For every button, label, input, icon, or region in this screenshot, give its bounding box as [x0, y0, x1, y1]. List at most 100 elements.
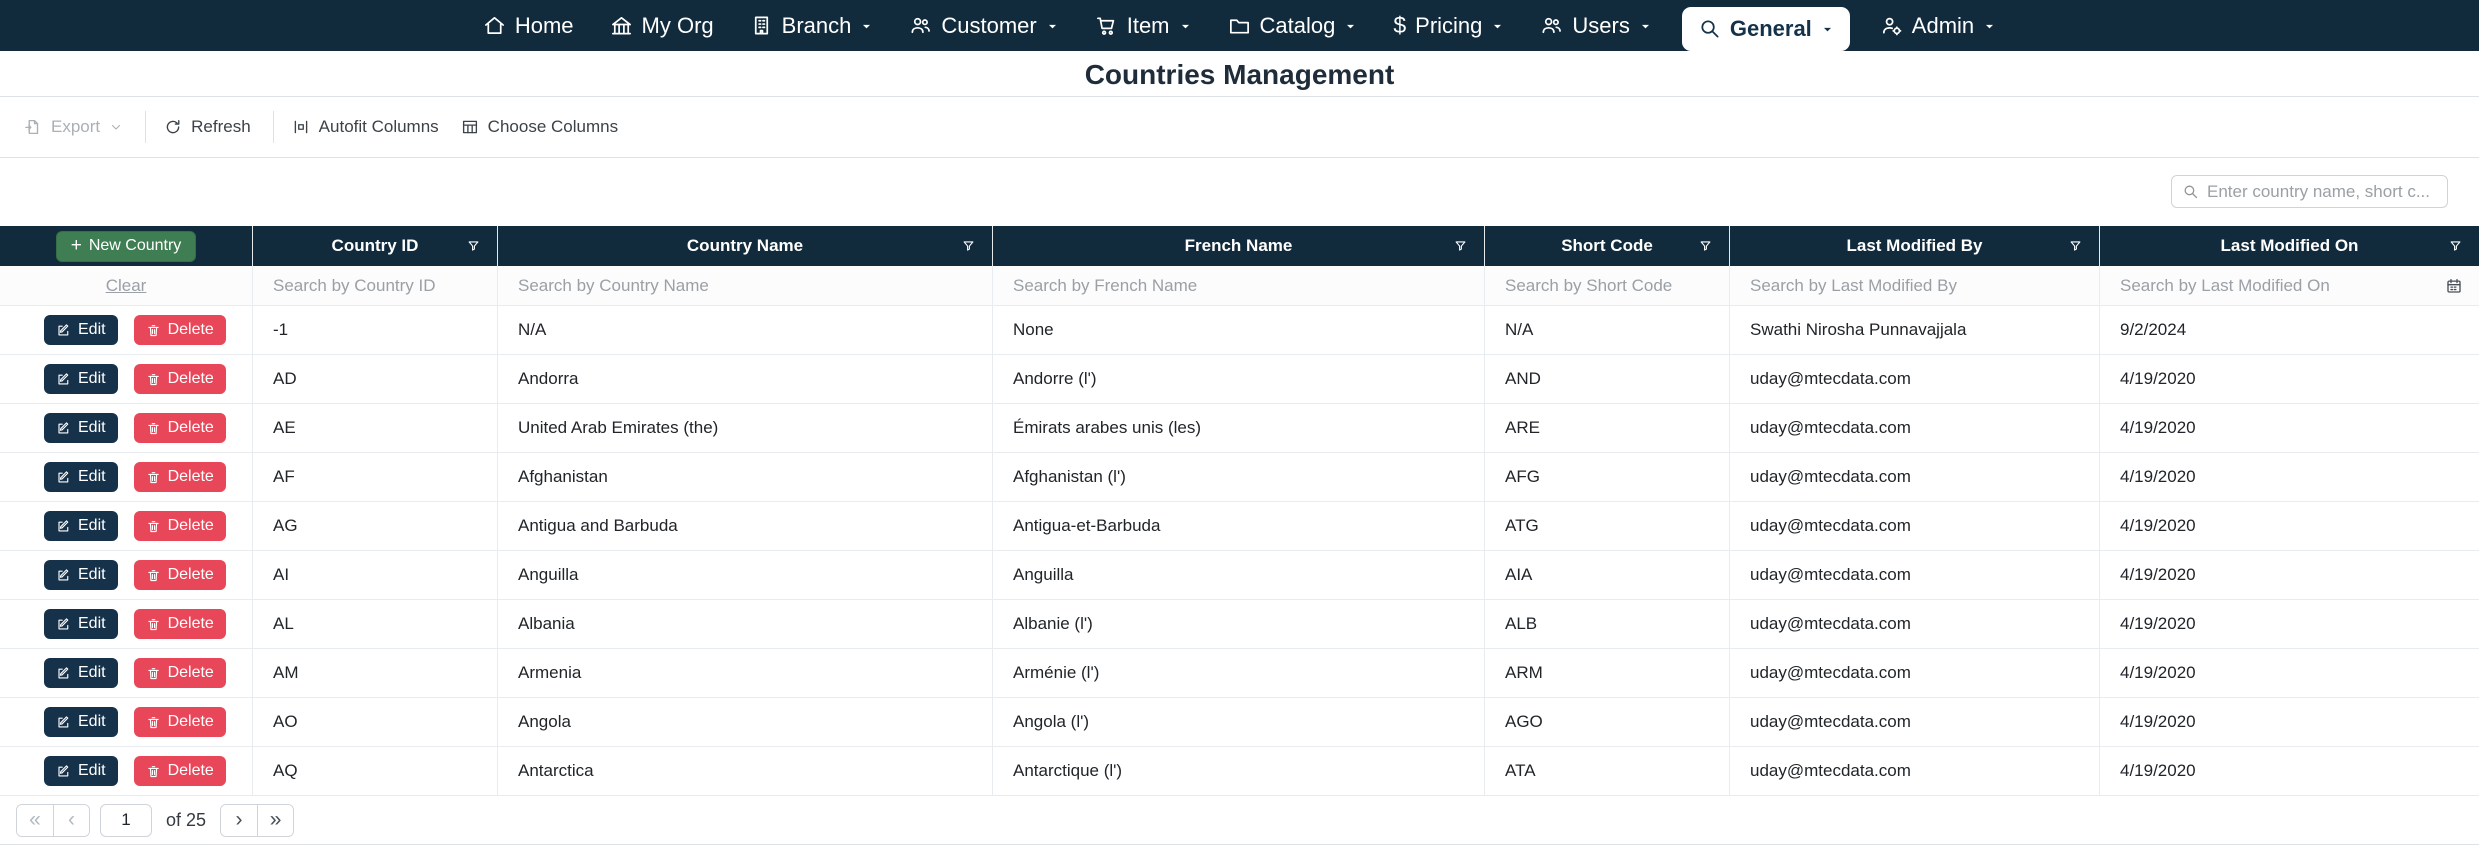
clear-filters-link[interactable]: Clear [106, 276, 147, 296]
edit-icon [56, 323, 71, 338]
autofit-columns-button[interactable]: Autofit Columns [292, 117, 439, 137]
column-header-french-name[interactable]: French Name [993, 226, 1485, 266]
delete-button[interactable]: Delete [133, 609, 226, 639]
edit-label: Edit [78, 321, 106, 338]
table-cell: Antigua-et-Barbuda [993, 502, 1485, 550]
nav-item-label: Catalog [1259, 12, 1336, 38]
table-cell: ALB [1485, 600, 1730, 648]
filter-funnel-icon[interactable] [466, 239, 481, 254]
trash-icon [146, 617, 161, 632]
page-number-input[interactable] [100, 803, 152, 837]
table-row: Edit Delete AO Angola Angola (l') AGO uday@mte… [0, 698, 2479, 747]
table-cell: 4/19/2020 [2120, 565, 2196, 584]
filter-funnel-icon[interactable] [1698, 239, 1713, 254]
toolbar-divider [272, 111, 274, 143]
table-cell: AFG [1485, 453, 1730, 501]
refresh-button[interactable]: Refresh [164, 117, 251, 137]
delete-label: Delete [167, 468, 214, 485]
edit-icon [56, 519, 71, 534]
table-cell: -1 [253, 306, 498, 354]
edit-label: Edit [78, 419, 106, 436]
column-header-label: French Name [1184, 236, 1293, 255]
edit-label: Edit [78, 517, 106, 534]
edit-button[interactable]: Edit [44, 560, 118, 590]
delete-label: Delete [167, 517, 214, 534]
next-page-button[interactable]: › [221, 804, 258, 836]
edit-button[interactable]: Edit [44, 658, 118, 688]
table-cell: Arménie (l') [993, 649, 1485, 697]
first-page-button[interactable]: « [17, 804, 53, 836]
table-cell: Swathi Nirosha Punnavajjala [1730, 306, 2100, 354]
calendar-icon[interactable] [2445, 277, 2463, 295]
filter-funnel-icon[interactable] [961, 239, 976, 254]
choose-columns-button[interactable]: Choose Columns [461, 117, 618, 137]
new-country-button[interactable]: + New Country [55, 230, 197, 262]
last-page-button[interactable]: » [257, 804, 294, 836]
filter-input-country-id[interactable] [253, 266, 497, 305]
search-input[interactable] [2207, 181, 2437, 202]
edit-button[interactable]: Edit [44, 364, 118, 394]
caret-down-icon [1983, 13, 1996, 39]
filter-funnel-icon[interactable] [1453, 239, 1468, 254]
table-cell: Angola [498, 698, 993, 746]
nav-item-catalog[interactable]: Catalog [1222, 7, 1364, 45]
column-header-last-modified-on[interactable]: Last Modified On [2100, 226, 2479, 266]
filter-input-short-code[interactable] [1485, 266, 1729, 305]
export-button[interactable]: Export [24, 117, 123, 137]
filter-input-last-modified-on[interactable] [2100, 266, 2479, 305]
edit-button[interactable]: Edit [44, 756, 118, 786]
bank-icon [610, 14, 633, 37]
edit-button[interactable]: Edit [44, 609, 118, 639]
column-header-short-code[interactable]: Short Code [1485, 226, 1730, 266]
column-header-country-name[interactable]: Country Name [498, 226, 993, 266]
nav-item-home[interactable]: Home [477, 7, 580, 45]
home-icon [483, 14, 506, 37]
table-row: Edit Delete AQ Antarctica Antarctique (l') AT… [0, 747, 2479, 796]
nav-item-users[interactable]: Users [1534, 7, 1657, 45]
column-header-last-modified-by[interactable]: Last Modified By [1730, 226, 2100, 266]
filter-cell [2100, 266, 2479, 305]
delete-button[interactable]: Delete [133, 413, 226, 443]
toolbar-item-label: Autofit Columns [318, 117, 439, 136]
country-search-box[interactable] [2171, 175, 2448, 208]
nav-item-branch[interactable]: Branch [744, 7, 880, 45]
edit-button[interactable]: Edit [44, 511, 118, 541]
edit-button[interactable]: Edit [44, 413, 118, 443]
people-icon [1540, 14, 1563, 37]
delete-button[interactable]: Delete [133, 364, 226, 394]
filter-funnel-icon[interactable] [2068, 239, 2083, 254]
edit-button[interactable]: Edit [44, 315, 118, 345]
table-cell: Afghanistan [498, 453, 993, 501]
nav-item-my-org[interactable]: My Org [604, 7, 720, 45]
filter-funnel-icon[interactable] [2448, 239, 2463, 254]
nav-item-general[interactable]: General [1681, 6, 1850, 51]
edit-icon [56, 617, 71, 632]
delete-button[interactable]: Delete [133, 462, 226, 492]
delete-button[interactable]: Delete [133, 560, 226, 590]
edit-button[interactable]: Edit [44, 462, 118, 492]
filter-input-country-name[interactable] [498, 266, 992, 305]
table-cell: uday@mtecdata.com [1730, 747, 2100, 795]
delete-button[interactable]: Delete [133, 756, 226, 786]
delete-button[interactable]: Delete [133, 511, 226, 541]
delete-button[interactable]: Delete [133, 707, 226, 737]
prev-page-button[interactable]: ‹ [53, 804, 89, 836]
column-header-label: Last Modified On [2220, 236, 2359, 255]
nav-item-pricing[interactable]: $ Pricing [1387, 7, 1510, 45]
trash-icon [146, 470, 161, 485]
nav-item-customer[interactable]: Customer [903, 7, 1064, 45]
nav-item-admin[interactable]: Admin [1874, 7, 2002, 45]
delete-button[interactable]: Delete [133, 658, 226, 688]
caret-down-icon [1046, 13, 1059, 39]
filter-cell [253, 266, 498, 305]
table-cell: AE [253, 404, 498, 452]
filter-input-french-name[interactable] [993, 266, 1484, 305]
edit-button[interactable]: Edit [44, 707, 118, 737]
table-cell: Antarctique (l') [993, 747, 1485, 795]
filter-actions-cell: Clear [0, 266, 253, 305]
filter-input-last-modified-by[interactable] [1730, 266, 2099, 305]
delete-button[interactable]: Delete [133, 315, 226, 345]
nav-item-item[interactable]: Item [1089, 7, 1198, 45]
column-header-country-id[interactable]: Country ID [253, 226, 498, 266]
column-header-label: Country ID [331, 236, 419, 255]
